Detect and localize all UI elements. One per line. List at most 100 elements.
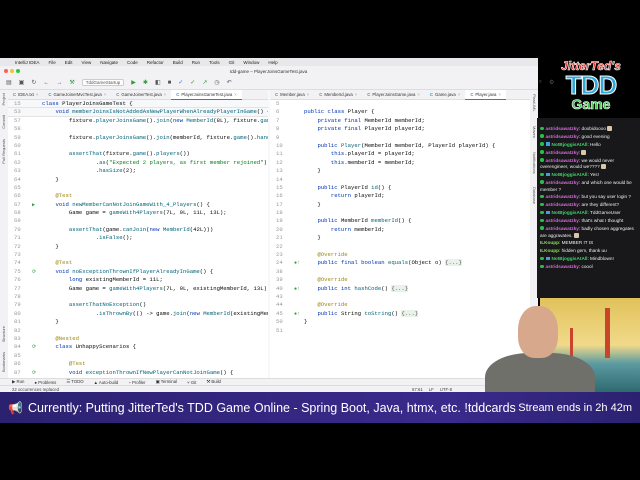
close-tab-icon[interactable]: × <box>498 92 501 97</box>
gutter[interactable] <box>294 167 304 175</box>
gutter[interactable] <box>32 159 42 167</box>
refresh-icon[interactable]: ↻ <box>31 79 36 86</box>
minimize-window-button[interactable] <box>10 69 14 73</box>
gutter[interactable] <box>32 142 42 150</box>
chat-username[interactable]: NotBjoggisAtAll <box>552 142 588 147</box>
forward-icon[interactable]: → <box>56 80 62 86</box>
zoom-window-button[interactable] <box>16 69 20 73</box>
gutter[interactable] <box>32 251 42 259</box>
tool-window-button[interactable]: ● Problems <box>34 380 56 385</box>
gutter[interactable] <box>32 318 42 326</box>
tool-window-bookmarks[interactable]: Bookmarks <box>0 352 8 372</box>
chat-username[interactable]: NotBjoggisAtAll <box>552 172 588 177</box>
gutter[interactable] <box>294 293 304 301</box>
gutter[interactable] <box>294 176 304 184</box>
gutter[interactable] <box>294 150 304 158</box>
gutter[interactable] <box>32 209 42 217</box>
gutter[interactable] <box>294 251 304 259</box>
gutter[interactable] <box>32 293 42 301</box>
chat-username[interactable]: ILKoupp <box>540 248 559 253</box>
left-editor[interactable]: 15 class PlayerJoinsGameTest {53 void mem… <box>8 100 268 378</box>
gutter[interactable] <box>294 318 304 326</box>
menu-edit[interactable]: Edit <box>65 60 73 65</box>
tool-window-button[interactable]: ⑂ Git <box>187 380 196 385</box>
tool-window-pull-requests[interactable]: Pull Requests <box>0 139 8 164</box>
editor-tab[interactable]: C GameJoinerTest.java × <box>111 90 171 100</box>
menu-code[interactable]: Code <box>127 60 138 65</box>
chat-username[interactable]: astridsawatzky <box>546 226 579 231</box>
gutter[interactable] <box>32 327 42 335</box>
editor-tab[interactable]: C PlayerJoinsGame.java × <box>362 90 425 100</box>
editor-tab[interactable]: C GameJoinerMvcTest.java × <box>43 90 111 100</box>
editor-tab[interactable]: C Game.java × <box>425 90 465 100</box>
gutter[interactable] <box>294 276 304 284</box>
gutter-run-icon[interactable]: ⟳ <box>32 268 42 276</box>
chat-username[interactable]: ILKoupp <box>540 240 559 245</box>
debug-icon[interactable]: ✱ <box>143 79 148 86</box>
editor-tab[interactable]: C Member.java × <box>270 90 314 100</box>
gutter[interactable] <box>294 243 304 251</box>
tool-window-project[interactable]: Project <box>0 93 8 105</box>
history-icon[interactable]: ◷ <box>214 79 219 86</box>
gutter[interactable] <box>32 217 42 225</box>
chat-username[interactable]: astridsawatzky <box>546 126 579 131</box>
gutter[interactable] <box>32 184 42 192</box>
cursor-position[interactable]: 67:61 <box>412 387 423 392</box>
git-push-icon[interactable]: ↗ <box>202 79 207 86</box>
stop-icon[interactable]: ■ <box>168 80 172 86</box>
gutter[interactable] <box>32 150 42 158</box>
build-hammer-icon[interactable]: ⚒ <box>69 79 74 86</box>
close-tab-icon[interactable]: × <box>234 92 237 97</box>
gutter-run-icon[interactable]: ⟳ <box>32 369 42 377</box>
gutter[interactable] <box>32 259 42 267</box>
chat-username[interactable]: astridsawatzky <box>546 150 579 155</box>
chat-username[interactable]: astridsawatzky <box>546 158 579 163</box>
gutter-run-icon[interactable]: ●↑ <box>294 285 304 293</box>
gutter[interactable] <box>32 276 42 284</box>
close-tab-icon[interactable]: × <box>355 92 358 97</box>
search-icon[interactable]: ⌕ <box>539 79 542 86</box>
gutter[interactable] <box>294 268 304 276</box>
gutter[interactable] <box>32 108 42 115</box>
menu-view[interactable]: View <box>82 60 92 65</box>
git-update-icon[interactable]: ✓ <box>178 79 183 86</box>
menu-run[interactable]: Run <box>192 60 200 65</box>
gutter[interactable] <box>32 125 42 133</box>
save-icon[interactable]: ▣ <box>19 79 25 86</box>
gutter-run-icon[interactable]: ●↑ <box>294 259 304 267</box>
chat-username[interactable]: astridsawatzky <box>546 194 579 199</box>
gutter-run-icon[interactable]: ⟳ <box>32 343 42 351</box>
gutter[interactable] <box>294 108 304 116</box>
gutter[interactable] <box>32 134 42 142</box>
gutter[interactable] <box>294 201 304 209</box>
menu-git[interactable]: Git <box>229 60 235 65</box>
tool-window-commit[interactable]: Commit <box>0 115 8 129</box>
gutter[interactable] <box>294 134 304 142</box>
line-separator[interactable]: LF <box>429 387 434 392</box>
git-commit-icon[interactable]: ✓ <box>190 79 195 86</box>
editor-tab[interactable]: C PlayerJoinsGameTest.java × <box>171 89 242 100</box>
gutter[interactable] <box>32 360 42 368</box>
close-tab-icon[interactable]: × <box>307 92 310 97</box>
chat-username[interactable]: astridsawatzky <box>546 264 579 269</box>
close-tab-icon[interactable]: × <box>417 92 420 97</box>
editor-tab[interactable]: C MemberId.java × <box>314 90 362 100</box>
coverage-icon[interactable]: ◧ <box>155 79 161 86</box>
close-tab-icon[interactable]: × <box>164 92 167 97</box>
menu-window[interactable]: Window <box>243 60 259 65</box>
menu-navigate[interactable]: Navigate <box>100 60 118 65</box>
close-tab-icon[interactable]: × <box>36 92 39 97</box>
menu-help[interactable]: Help <box>268 60 277 65</box>
gutter[interactable] <box>32 167 42 175</box>
gutter[interactable] <box>294 217 304 225</box>
gutter-run-icon[interactable]: ▶ <box>32 201 42 209</box>
tool-window-button[interactable]: ▲ Auto-build <box>94 380 119 385</box>
gutter[interactable] <box>32 234 42 242</box>
run-icon[interactable]: ▶ <box>131 79 136 86</box>
gutter[interactable] <box>32 301 42 309</box>
gutter[interactable] <box>294 226 304 234</box>
back-icon[interactable]: ← <box>43 80 49 86</box>
project-icon[interactable]: ▤ <box>6 79 12 86</box>
gutter[interactable] <box>294 327 304 335</box>
gutter[interactable] <box>32 335 42 343</box>
